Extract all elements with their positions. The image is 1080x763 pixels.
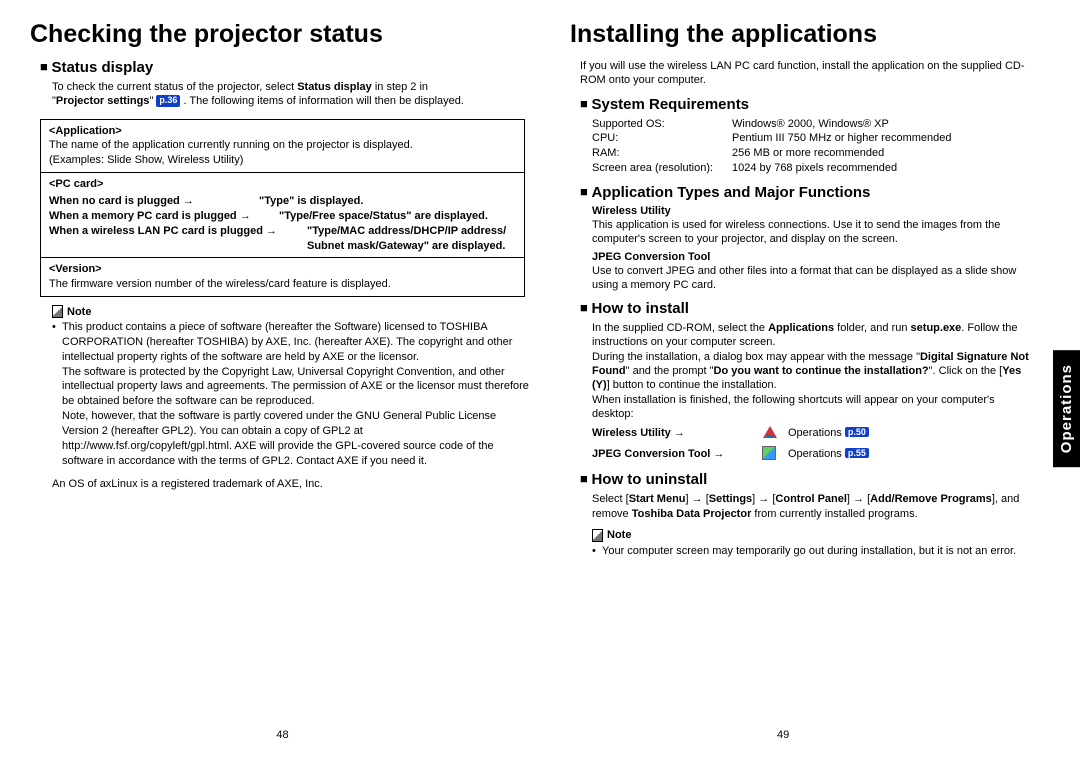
note-bullets-left: This product contains a piece of softwar… [52, 320, 535, 468]
jpeg-tool-icon [760, 445, 780, 463]
status-info-table: <Application> The name of the applicatio… [40, 119, 525, 297]
install-p2: During the installation, a dialog box ma… [592, 350, 1030, 393]
install-p1: In the supplied CD-ROM, select the Appli… [592, 321, 1030, 350]
page-number-right: 49 [777, 729, 789, 741]
apptypes-heading: Application Types and Major Functions [580, 184, 1030, 201]
shortcut-jpeg-tool: JPEG Conversion Tool → Operations p.55 [592, 445, 1030, 463]
page-ref-55: p.55 [845, 448, 869, 458]
wireless-utility-icon [760, 424, 780, 442]
left-page: Checking the projector status Status dis… [30, 20, 535, 743]
page-number-left: 48 [276, 729, 288, 741]
shortcut-wireless-utility: Wireless Utility → Operations p.50 [592, 424, 1030, 442]
note-heading-right: Note [592, 529, 1030, 542]
sysreq-table: Supported OS:Windows® 2000, Windows® XP … [592, 117, 1030, 176]
table-row-version: <Version> The firmware version number of… [41, 257, 524, 296]
wireless-utility-subhead: Wireless Utility [592, 205, 1030, 217]
right-intro: If you will use the wireless LAN PC card… [580, 59, 1030, 88]
status-display-heading: Status display [40, 59, 535, 76]
page-ref-36: p.36 [156, 95, 180, 107]
install-p3: When installation is finished, the follo… [592, 393, 1030, 422]
note-heading-left: Note [52, 305, 535, 318]
jpeg-tool-body: Use to convert JPEG and other files into… [592, 264, 1030, 293]
table-row-application: <Application> The name of the applicatio… [41, 120, 524, 173]
status-intro-line1: To check the current status of the proje… [52, 80, 535, 94]
table-row-pccard: <PC card> When no card is plugged →"Type… [41, 172, 524, 257]
page-ref-50: p.50 [845, 427, 869, 437]
how-to-install-heading: How to install [580, 300, 1030, 317]
right-title: Installing the applications [570, 20, 1030, 49]
sysreq-heading: System Requirements [580, 96, 1030, 113]
how-to-uninstall-heading: How to uninstall [580, 471, 1030, 488]
note-bullets-right: Your computer screen may temporarily go … [592, 544, 1030, 559]
wireless-utility-body: This application is used for wireless co… [592, 218, 1030, 247]
axlinux-footnote: An OS of axLinux is a registered tradema… [52, 478, 535, 490]
jpeg-tool-subhead: JPEG Conversion Tool [592, 251, 1030, 263]
status-intro-line2: "Projector settings" p.36 . The followin… [52, 94, 535, 108]
left-title: Checking the projector status [30, 20, 535, 49]
right-page: Installing the applications If you will … [570, 20, 1030, 743]
uninstall-p1: Select [Start Menu] → [Settings] → [Cont… [592, 492, 1030, 521]
operations-side-tab: Operations [1053, 350, 1080, 467]
